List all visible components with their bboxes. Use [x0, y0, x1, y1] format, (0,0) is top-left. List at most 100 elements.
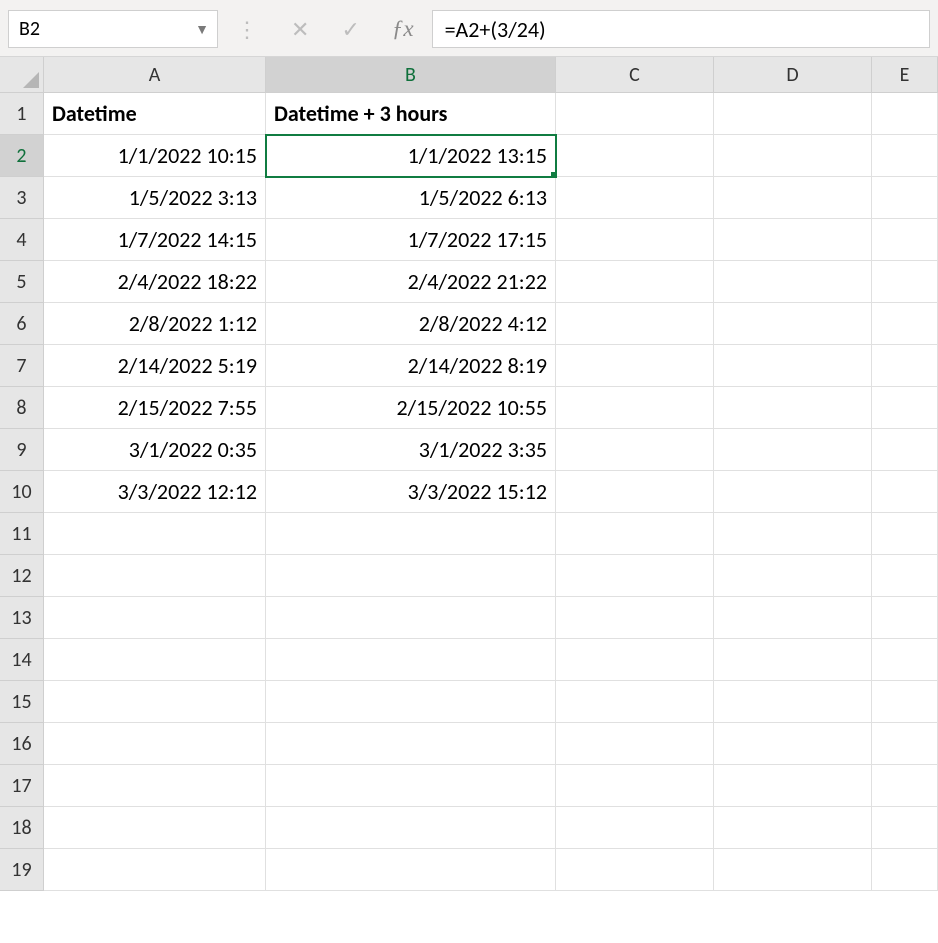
- cell[interactable]: [556, 849, 714, 891]
- cell[interactable]: [714, 681, 872, 723]
- row-header[interactable]: 2: [0, 135, 44, 177]
- cell[interactable]: [872, 471, 938, 513]
- row-header[interactable]: 16: [0, 723, 44, 765]
- cell[interactable]: [714, 429, 872, 471]
- cell[interactable]: [872, 261, 938, 303]
- cell[interactable]: [556, 765, 714, 807]
- chevron-down-icon[interactable]: ▼: [195, 21, 209, 38]
- cell[interactable]: [556, 177, 714, 219]
- cell[interactable]: [556, 429, 714, 471]
- cell[interactable]: [44, 765, 266, 807]
- row-header[interactable]: 14: [0, 639, 44, 681]
- cell[interactable]: [872, 723, 938, 765]
- row-header[interactable]: 5: [0, 261, 44, 303]
- cell[interactable]: [266, 723, 556, 765]
- cell[interactable]: [556, 513, 714, 555]
- cell[interactable]: [44, 597, 266, 639]
- cell[interactable]: [872, 765, 938, 807]
- cell[interactable]: [872, 807, 938, 849]
- cell[interactable]: [266, 765, 556, 807]
- cell[interactable]: [714, 597, 872, 639]
- cell[interactable]: 2/15/2022 7:55: [44, 387, 266, 429]
- row-header[interactable]: 6: [0, 303, 44, 345]
- cell[interactable]: [714, 387, 872, 429]
- row-header[interactable]: 17: [0, 765, 44, 807]
- cell[interactable]: [872, 681, 938, 723]
- row-header[interactable]: 7: [0, 345, 44, 387]
- cell[interactable]: 2/8/2022 1:12: [44, 303, 266, 345]
- cell[interactable]: [556, 681, 714, 723]
- row-header[interactable]: 8: [0, 387, 44, 429]
- cell[interactable]: [266, 681, 556, 723]
- row-header[interactable]: 15: [0, 681, 44, 723]
- cell[interactable]: [44, 555, 266, 597]
- cell[interactable]: [44, 849, 266, 891]
- row-header[interactable]: 4: [0, 219, 44, 261]
- cell[interactable]: [266, 513, 556, 555]
- row-header[interactable]: 13: [0, 597, 44, 639]
- cells-area[interactable]: DatetimeDatetime + 3 hours1/1/2022 10:15…: [44, 93, 938, 942]
- cell[interactable]: [714, 471, 872, 513]
- cell[interactable]: [714, 849, 872, 891]
- cell[interactable]: [556, 597, 714, 639]
- cell[interactable]: [556, 387, 714, 429]
- cell[interactable]: [266, 597, 556, 639]
- cell[interactable]: [266, 849, 556, 891]
- cell[interactable]: [266, 555, 556, 597]
- cell[interactable]: 2/4/2022 18:22: [44, 261, 266, 303]
- row-header[interactable]: 10: [0, 471, 44, 513]
- row-header[interactable]: 1: [0, 93, 44, 135]
- header-cell[interactable]: [714, 93, 872, 135]
- column-header[interactable]: C: [556, 57, 714, 92]
- row-header[interactable]: 12: [0, 555, 44, 597]
- more-vertical-icon[interactable]: ⋮: [236, 16, 259, 43]
- cell[interactable]: [556, 723, 714, 765]
- function-icon[interactable]: ƒx: [392, 16, 414, 42]
- cell[interactable]: 1/7/2022 17:15: [266, 219, 556, 261]
- cell[interactable]: [714, 219, 872, 261]
- cell[interactable]: [266, 639, 556, 681]
- header-cell[interactable]: Datetime: [44, 93, 266, 135]
- cell[interactable]: [872, 555, 938, 597]
- row-header[interactable]: 19: [0, 849, 44, 891]
- cell[interactable]: 2/15/2022 10:55: [266, 387, 556, 429]
- cell[interactable]: [872, 387, 938, 429]
- cell[interactable]: [714, 135, 872, 177]
- cell[interactable]: [714, 177, 872, 219]
- cell[interactable]: [714, 261, 872, 303]
- column-header[interactable]: B: [266, 57, 556, 92]
- cell[interactable]: [872, 597, 938, 639]
- cell[interactable]: 2/8/2022 4:12: [266, 303, 556, 345]
- cell[interactable]: [872, 219, 938, 261]
- cell[interactable]: [872, 303, 938, 345]
- cell[interactable]: [872, 849, 938, 891]
- row-header[interactable]: 11: [0, 513, 44, 555]
- cell[interactable]: 2/14/2022 5:19: [44, 345, 266, 387]
- cell[interactable]: [556, 471, 714, 513]
- cell[interactable]: [556, 807, 714, 849]
- cell[interactable]: [556, 135, 714, 177]
- cell[interactable]: 3/1/2022 3:35: [266, 429, 556, 471]
- cell[interactable]: [556, 555, 714, 597]
- select-all-corner[interactable]: [0, 57, 44, 93]
- header-cell[interactable]: Datetime + 3 hours: [266, 93, 556, 135]
- cell[interactable]: 1/7/2022 14:15: [44, 219, 266, 261]
- cell[interactable]: [714, 345, 872, 387]
- cell[interactable]: 1/5/2022 3:13: [44, 177, 266, 219]
- name-box[interactable]: B2 ▼: [8, 10, 218, 48]
- cell[interactable]: [44, 723, 266, 765]
- cell[interactable]: [714, 765, 872, 807]
- cell[interactable]: [266, 807, 556, 849]
- column-header[interactable]: E: [872, 57, 938, 92]
- cell[interactable]: 1/1/2022 10:15: [44, 135, 266, 177]
- check-icon[interactable]: ✓: [341, 16, 359, 43]
- row-header[interactable]: 9: [0, 429, 44, 471]
- cell[interactable]: [44, 513, 266, 555]
- cell[interactable]: [556, 639, 714, 681]
- cell[interactable]: [872, 429, 938, 471]
- cell[interactable]: [556, 261, 714, 303]
- cell[interactable]: 3/1/2022 0:35: [44, 429, 266, 471]
- cell[interactable]: 1/1/2022 13:15: [266, 135, 556, 177]
- cell[interactable]: [872, 639, 938, 681]
- cell[interactable]: 3/3/2022 15:12: [266, 471, 556, 513]
